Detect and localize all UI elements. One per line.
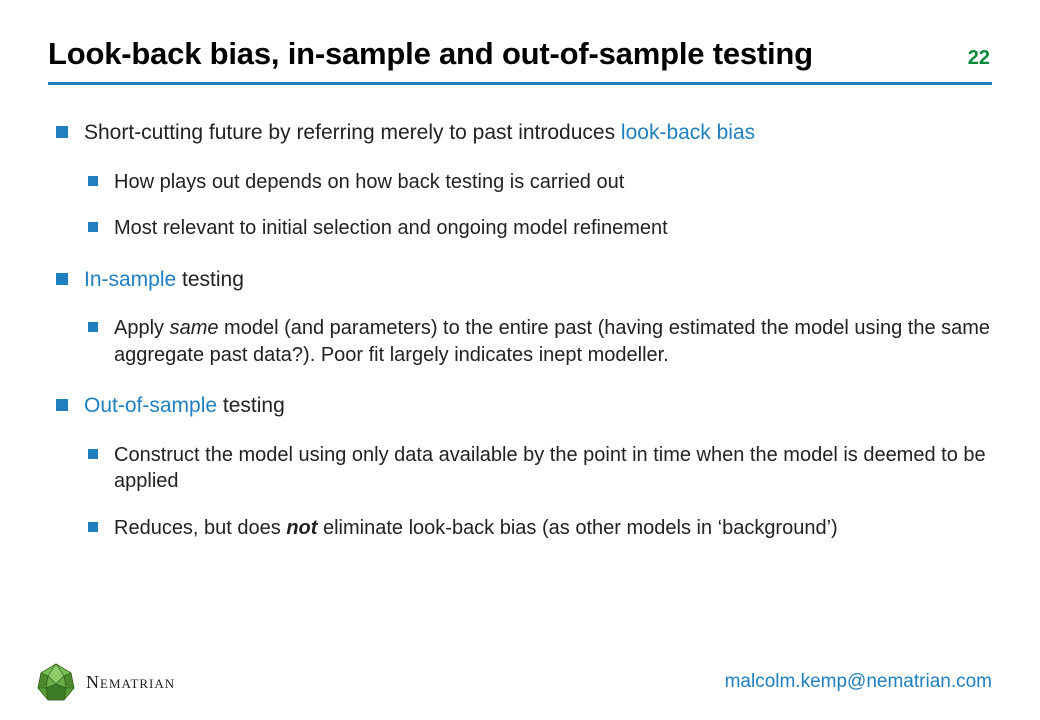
slide-body: Short-cutting future by referring merely… <box>48 85 992 541</box>
contact-email: malcolm.kemp@nematrian.com <box>725 671 992 693</box>
bullet-1-text-a: Short-cutting future by referring merely… <box>84 121 621 144</box>
bullet-3-text: testing <box>217 394 285 417</box>
bullet-3-sub-2: Reduces, but does not eliminate look-bac… <box>84 515 992 541</box>
bullet-3-highlight: Out-of-sample <box>84 394 217 417</box>
bullet-3-sub-2-a: Reduces, but does <box>114 517 286 539</box>
slide: Look-back bias, in-sample and out-of-sam… <box>0 0 1040 720</box>
slide-title: Look-back bias, in-sample and out-of-sam… <box>48 36 813 72</box>
bullet-2-highlight: In-sample <box>84 268 176 291</box>
bullet-3-sublist: Construct the model using only data avai… <box>84 442 992 541</box>
bullet-2-sub-1-b: model (and parameters) to the entire pas… <box>114 317 990 365</box>
bullet-list: Short-cutting future by referring merely… <box>54 119 992 541</box>
brand: Nematrian <box>36 662 175 702</box>
page-number: 22 <box>968 47 992 70</box>
bullet-2-sub-1: Apply same model (and parameters) to the… <box>84 315 992 368</box>
bullet-2-text: testing <box>176 268 244 291</box>
logo-icon <box>36 662 76 702</box>
brand-name: Nematrian <box>86 672 175 693</box>
bullet-2-sub-1-a: Apply <box>114 317 170 339</box>
bullet-2: In-sample testing Apply same model (and … <box>54 266 992 369</box>
bullet-1: Short-cutting future by referring merely… <box>54 119 992 242</box>
bullet-3-sub-1: Construct the model using only data avai… <box>84 442 992 495</box>
bullet-3-sub-2-bolditalic: not <box>286 517 317 539</box>
bullet-2-sublist: Apply same model (and parameters) to the… <box>84 315 992 368</box>
bullet-1-sub-1: How plays out depends on how back testin… <box>84 169 992 195</box>
slide-header: Look-back bias, in-sample and out-of-sam… <box>48 36 992 72</box>
bullet-1-highlight: look-back bias <box>621 121 755 144</box>
bullet-1-sublist: How plays out depends on how back testin… <box>84 169 992 242</box>
bullet-3-sub-2-b: eliminate look-back bias (as other model… <box>317 517 837 539</box>
bullet-1-sub-2: Most relevant to initial selection and o… <box>84 215 992 241</box>
slide-footer: Nematrian malcolm.kemp@nematrian.com <box>0 662 1040 702</box>
bullet-3: Out-of-sample testing Construct the mode… <box>54 392 992 541</box>
bullet-2-sub-1-italic: same <box>170 317 219 339</box>
